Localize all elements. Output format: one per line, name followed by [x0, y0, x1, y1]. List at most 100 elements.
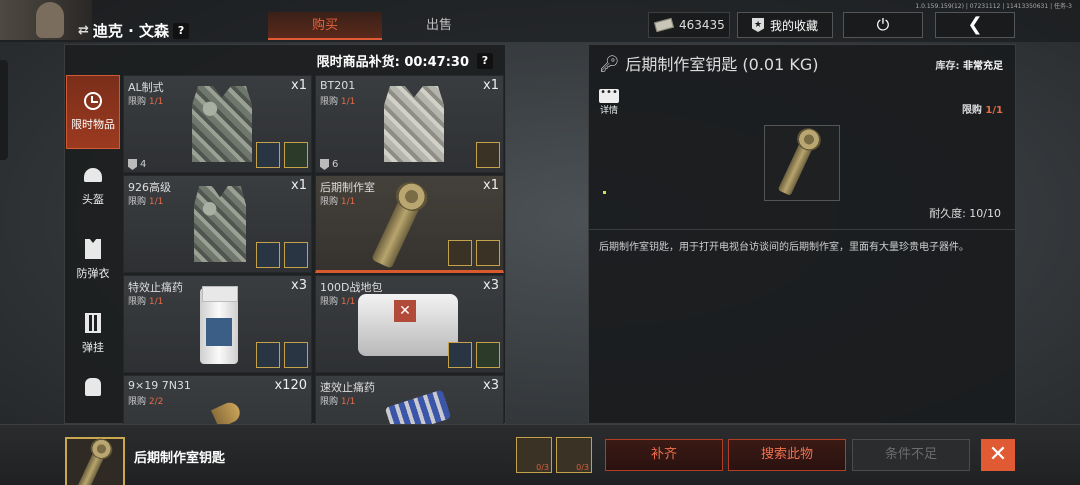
restock-label: 限时商品补货: 00:47:30 — [316, 55, 469, 70]
item-limit: 限购 1/1 — [320, 297, 356, 307]
item-card-bt201[interactable]: BT201 限购 1/1 x1 6 — [315, 75, 504, 173]
item-name: 速效止痛药 — [320, 381, 375, 394]
side-tab-vest[interactable]: 防弹衣 — [66, 223, 120, 297]
item-limit: 限购 2/2 — [128, 397, 164, 407]
close-button[interactable]: ✕ — [981, 439, 1015, 471]
back-icon: ❮ — [967, 14, 983, 35]
key-icon: 🔑︎ — [599, 53, 620, 73]
side-tab-rig[interactable]: 弹挂 — [66, 297, 120, 371]
detail-label: 详情 — [599, 106, 618, 116]
item-limit: 限购 1/1 — [128, 297, 164, 307]
close-icon: ✕ — [988, 442, 1008, 467]
item-card-al[interactable]: AL制式 限购 1/1 x1 4 — [123, 75, 312, 173]
item-limit: 限购 1/1 — [320, 97, 356, 107]
key-image — [777, 130, 819, 196]
item-name: AL制式 — [128, 81, 164, 94]
armor-class: 6 — [320, 159, 338, 170]
vest-image — [384, 86, 444, 162]
purchase-bar: 后期制作室钥匙 0/3 0/3 补齐 搜索此物 条件不足 ✕ — [0, 424, 1080, 485]
currency-display: 463435 — [648, 12, 730, 38]
item-limit: 限购 1/1 — [128, 97, 164, 107]
med-bag-image — [358, 294, 458, 356]
req-tool-icon — [284, 242, 308, 268]
item-qty: x3 — [483, 278, 499, 293]
req-parts-icon — [476, 240, 500, 266]
version-text: 1.0.159.159(12) | 07231112 | 11413350631… — [915, 3, 1072, 10]
side-tab-helmet[interactable]: 头盔 — [66, 149, 120, 223]
item-qty: x1 — [291, 178, 307, 193]
restock-timer: 限时商品补货: 00:47:30 ? — [317, 51, 493, 70]
req-cash-icon — [284, 142, 308, 168]
favorites-button[interactable]: ★ 我的收藏 — [737, 12, 833, 38]
item-grid: AL制式 限购 1/1 x1 4 BT201 限购 1/1 x1 6 926高级… — [123, 75, 507, 425]
armor-class: 4 — [128, 159, 146, 170]
item-card-painkiller[interactable]: 特效止痛药 限购 1/1 x3 — [123, 275, 312, 373]
fill-button[interactable]: 补齐 — [605, 439, 723, 471]
side-tab-label: 头盔 — [82, 193, 104, 206]
side-tab-limited[interactable]: 限时物品 — [66, 75, 120, 149]
item-name: 926高级 — [128, 181, 171, 194]
req-herb-icon — [476, 342, 500, 368]
clock-icon — [84, 92, 102, 110]
side-tab-label: 限时物品 — [71, 118, 115, 131]
side-tab-label: 弹挂 — [82, 341, 104, 354]
tab-sell[interactable]: 出售 — [382, 12, 496, 40]
durability: 耐久度: 10/10 — [929, 207, 1001, 220]
edge-label — [1024, 170, 1050, 184]
category-tabs: 限时物品 头盔 防弹衣 弹挂 — [65, 75, 121, 425]
stock-status: 库存: 非常充足 — [935, 61, 1003, 72]
conditions-unmet-button[interactable]: 条件不足 — [852, 439, 970, 471]
requirement-parts[interactable]: 0/3 — [556, 437, 592, 473]
key-image — [371, 183, 427, 269]
shop-panel: 限时商品补货: 00:47:30 ? 限时物品 头盔 防弹衣 弹挂 AL制式 限… — [64, 44, 507, 425]
item-qty: x1 — [291, 78, 307, 93]
item-limit: 限购 1/1 — [128, 197, 164, 207]
left-edge-tab[interactable] — [0, 60, 8, 160]
restock-help-icon[interactable]: ? — [477, 52, 493, 69]
item-card-926[interactable]: 926高级 限购 1/1 x1 — [123, 175, 312, 273]
backpack-icon — [83, 377, 103, 397]
detail-button[interactable]: ••• 详情 — [599, 88, 619, 116]
item-card-medbag[interactable]: 100D战地包 限购 1/1 x3 — [315, 275, 504, 373]
detail-title-text: 后期制作室钥匙 (0.01 KG) — [625, 55, 819, 74]
item-name: 100D战地包 — [320, 281, 383, 294]
item-card-ammo[interactable]: 9×19 7N31 限购 2/2 x120 — [123, 375, 312, 425]
requirement-device[interactable]: 0/3 — [516, 437, 552, 473]
power-icon: ⏻ — [876, 15, 890, 34]
divider — [589, 229, 1015, 230]
side-tab-backpack[interactable] — [66, 371, 120, 411]
item-name: 特效止痛药 — [128, 281, 183, 294]
player-name-text: 迪克 · 文森 — [92, 22, 170, 40]
item-qty: x3 — [483, 378, 499, 393]
item-qty: x1 — [483, 178, 499, 193]
helmet-icon — [83, 165, 103, 185]
favorites-label: 我的收藏 — [770, 18, 819, 33]
search-item-button[interactable]: 搜索此物 — [728, 439, 846, 471]
help-icon[interactable]: ? — [173, 22, 190, 39]
selected-item-image — [65, 437, 125, 485]
shield-icon — [320, 159, 329, 170]
req-map-icon — [476, 142, 500, 168]
requirement-count: 0/3 — [536, 463, 549, 472]
vest-icon — [83, 239, 103, 259]
item-limit: 限购 1/1 — [320, 397, 356, 407]
req-item-icon — [256, 342, 280, 368]
item-card-quick-painkiller[interactable]: 速效止痛药 限购 1/1 x3 — [315, 375, 504, 425]
tab-buy[interactable]: 购买 — [268, 12, 382, 40]
pill-bottle-image — [200, 286, 238, 364]
item-qty: x1 — [483, 78, 499, 93]
key-image — [76, 440, 110, 485]
money-icon — [654, 17, 674, 33]
blister-pack-image — [384, 389, 452, 425]
power-button[interactable]: ⏻ — [843, 12, 923, 38]
currency-amount: 463435 — [679, 18, 725, 32]
detail-title: 🔑︎ 后期制作室钥匙 (0.01 KG) — [599, 51, 819, 75]
top-bar: ⇄ 迪克 · 文森 ? 购买 出售 463435 ★ 我的收藏 ⏻ ❮ 1.0.… — [0, 0, 1080, 42]
back-button[interactable]: ❮ — [935, 12, 1015, 38]
selected-item-name: 后期制作室钥匙 — [134, 451, 226, 466]
item-card-key[interactable]: 后期制作室 限购 1/1 x1 — [315, 175, 504, 273]
requirement-count: 0/3 — [576, 463, 589, 472]
req-rifle-icon — [256, 142, 280, 168]
swap-icon[interactable]: ⇄ — [78, 23, 89, 38]
req-flashlight-icon — [284, 342, 308, 368]
